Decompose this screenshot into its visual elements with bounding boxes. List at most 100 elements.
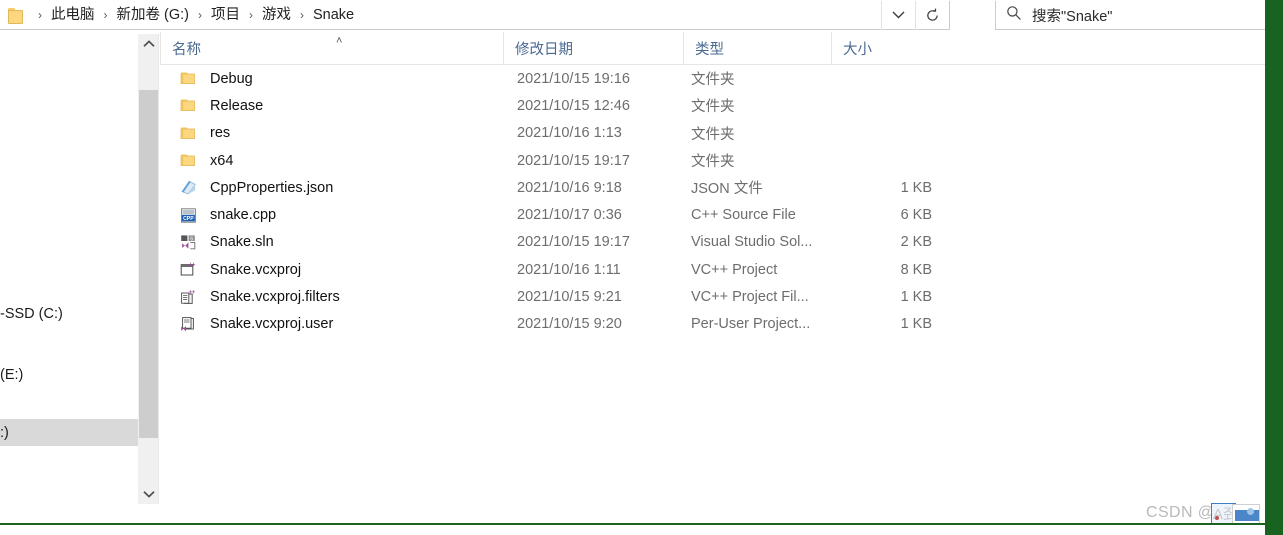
breadcrumb-item-projects[interactable]: 项目 [208, 3, 243, 27]
cell-type: 文件夹 [691, 126, 735, 143]
table-row[interactable]: x64 2021/10/15 19:17 文件夹 [160, 147, 1265, 174]
folder-icon [180, 152, 197, 169]
refresh-icon[interactable] [915, 0, 949, 30]
breadcrumb-separator: › [198, 8, 202, 22]
cell-size [836, 147, 932, 174]
cell-name[interactable]: CPP snake.cpp [180, 201, 276, 228]
column-header-date[interactable]: 修改日期 [503, 32, 683, 65]
file-name-label: Snake.vcxproj.user [210, 316, 334, 333]
cell-date-modified: 2021/10/15 19:16 [517, 70, 630, 87]
cell-name[interactable]: res [180, 120, 230, 147]
watermark-text: CSDN @ [1146, 504, 1215, 521]
nav-item-drive[interactable]: (E:) [0, 361, 138, 388]
svg-text:+: + [189, 289, 193, 296]
nav-item-label: :) [0, 424, 9, 441]
cell-size: 8 KB [900, 261, 932, 278]
right-green-band [1265, 0, 1283, 535]
cell-type: 文件夹 [691, 154, 735, 171]
cell-date-modified: 2021/10/17 0:36 [517, 207, 622, 224]
table-row[interactable]: CppProperties.json 2021/10/16 9:18 JSON 文件… [160, 174, 1265, 201]
file-name-label: res [210, 125, 231, 142]
column-header-row: ˄ 名称 修改日期 类型 大小 [160, 32, 1265, 65]
chevron-down-icon[interactable] [881, 0, 915, 30]
breadcrumb-item-games[interactable]: 游戏 [259, 3, 294, 27]
cell-size: 2 KB [900, 234, 932, 251]
file-name-label: Snake.vcxproj.filters [210, 289, 340, 306]
cell-type: Per-User Project... [691, 316, 811, 333]
column-header-type[interactable]: 类型 [683, 32, 831, 65]
cell-size: 1 KB [900, 316, 932, 333]
breadcrumb-separator: › [38, 8, 42, 22]
file-name-label: Snake.sln [210, 234, 274, 251]
cell-name[interactable]: CppProperties.json [180, 174, 333, 201]
file-name-label: CppProperties.json [210, 179, 334, 196]
table-row[interactable]: Snake.vcxproj.user 2021/10/15 9:20 Per-Use… [160, 311, 1265, 338]
svg-text:6: 6 [190, 236, 193, 242]
explorer-window: › 此电脑 › 新加卷 (G:) › 项目 › 游戏 › Snake 搜索"Sn… [0, 0, 1283, 535]
cell-name[interactable]: Release [180, 92, 263, 119]
cell-name[interactable]: + + Snake.vcxproj.filters [180, 283, 340, 310]
folder-icon [180, 125, 197, 142]
cell-type: 文件夹 [691, 99, 735, 116]
search-input[interactable]: 搜索"Snake" [1032, 5, 1112, 26]
breadcrumb-separator: › [300, 8, 304, 22]
breadcrumb[interactable]: › 此电脑 › 新加卷 (G:) › 项目 › 游戏 › Snake [0, 1, 881, 29]
cell-date-modified: 2021/10/15 12:46 [517, 97, 630, 114]
cell-type: VC++ Project [691, 261, 778, 278]
table-row[interactable]: CPP snake.cpp 2021/10/17 0:36 C++ Source Fi… [160, 201, 1265, 228]
breadcrumb-item-this-pc[interactable]: 此电脑 [48, 3, 98, 27]
cell-size: 1 KB [900, 289, 932, 306]
nav-item-drive[interactable]: :) [0, 419, 138, 446]
nav-item-drive[interactable]: -SSD (C:) [0, 300, 138, 327]
folder-icon [8, 8, 24, 24]
search-box[interactable]: 搜索"Snake" [995, 1, 1265, 30]
search-icon [1006, 5, 1022, 26]
column-header-size[interactable]: 大小 [831, 32, 936, 65]
cell-size [836, 65, 932, 92]
cell-date-modified: 2021/10/15 19:17 [517, 234, 630, 251]
breadcrumb-item-snake[interactable]: Snake [310, 3, 357, 27]
cell-name[interactable]: + + Snake.vcxproj [180, 256, 301, 283]
cell-date-modified: 2021/10/16 9:18 [517, 179, 622, 196]
watermark-image-icon [1232, 504, 1260, 524]
folder-icon [180, 70, 197, 87]
vcxproj-icon: + + [180, 261, 197, 278]
cell-size [836, 120, 932, 147]
chevron-down-icon[interactable] [138, 484, 159, 504]
cell-date-modified: 2021/10/15 19:17 [517, 152, 630, 169]
table-row[interactable]: 6 Snake.sln 2021/10/15 19:17 Visual Studio … [160, 229, 1265, 256]
cell-date-modified: 2021/10/16 1:13 [517, 125, 622, 142]
bottom-green-rule [0, 523, 1265, 525]
vcxproj-user-icon [180, 316, 197, 333]
file-name-label: Release [210, 97, 264, 114]
chevron-up-icon[interactable] [138, 34, 159, 54]
address-bar: › 此电脑 › 新加卷 (G:) › 项目 › 游戏 › Snake 搜索"Sn… [0, 0, 1265, 31]
cell-date-modified: 2021/10/15 9:21 [517, 289, 622, 306]
breadcrumb-separator: › [249, 8, 253, 22]
cell-name[interactable]: 6 Snake.sln [180, 229, 274, 256]
cell-name[interactable]: Debug [180, 65, 253, 92]
json-file-icon [180, 179, 197, 196]
vs-solution-icon: 6 [180, 234, 197, 251]
scrollbar-thumb[interactable] [139, 90, 158, 438]
svg-text:+: + [189, 262, 193, 269]
breadcrumb-item-volume-g[interactable]: 新加卷 (G:) [114, 3, 193, 27]
table-row[interactable]: Release 2021/10/15 12:46 文件夹 [160, 92, 1265, 119]
table-row[interactable]: + + Snake.vcxproj.filters 2021/10/15 9:21 VC… [160, 283, 1265, 310]
table-row[interactable]: res 2021/10/16 1:13 文件夹 [160, 120, 1265, 147]
navigation-scrollbar[interactable] [138, 34, 159, 504]
cell-date-modified: 2021/10/16 1:11 [517, 261, 621, 278]
svg-text:CPP: CPP [183, 216, 194, 222]
cell-type: Visual Studio Sol... [691, 234, 813, 251]
cell-name[interactable]: Snake.vcxproj.user [180, 311, 333, 338]
cell-name[interactable]: x64 [180, 147, 233, 174]
column-header-name[interactable]: 名称 [160, 32, 503, 65]
cell-size: 6 KB [900, 207, 932, 224]
breadcrumb-bar[interactable]: › 此电脑 › 新加卷 (G:) › 项目 › 游戏 › Snake [0, 0, 950, 30]
cell-type: JSON 文件 [691, 181, 763, 198]
table-row[interactable]: Debug 2021/10/15 19:16 文件夹 [160, 65, 1265, 92]
cpp-file-icon: CPP [180, 207, 197, 224]
file-rows: Debug 2021/10/15 19:16 文件夹 Release 2021/10/1… [160, 65, 1265, 338]
breadcrumb-separator: › [103, 8, 108, 22]
table-row[interactable]: + + Snake.vcxproj 2021/10/16 1:11 VC++ Proje… [160, 256, 1265, 283]
